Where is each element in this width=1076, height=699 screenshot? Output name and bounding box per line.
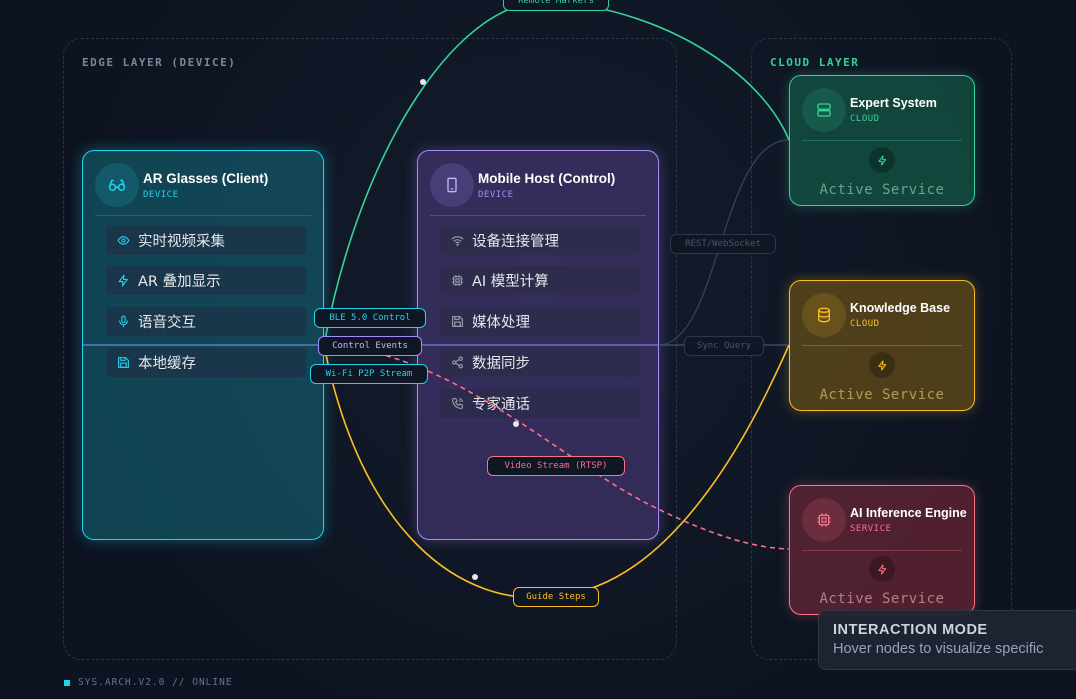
service-status: Active Service: [819, 387, 945, 403]
save-icon: [116, 356, 130, 370]
glasses-icon: [95, 163, 139, 207]
cloud-layer-title: CLOUD LAYER: [770, 56, 860, 69]
feature-label: 本地缓存: [138, 356, 196, 372]
ar-glasses-subtitle: DEVICE: [143, 189, 179, 200]
interaction-mode-tooltip: INTERACTION MODE Hover nodes to visualiz…: [818, 610, 1076, 670]
mic-icon: [116, 315, 130, 329]
service-status: Active Service: [819, 182, 945, 198]
ai-inference-node[interactable]: AI Inference Engine SERVICE Active Servi…: [789, 485, 975, 615]
wifi-icon: [450, 234, 464, 248]
tag-rest-websocket: REST/WebSocket: [670, 234, 776, 254]
eye-icon: [116, 234, 130, 248]
feature-expert-call[interactable]: 专家通话: [440, 389, 640, 418]
tag-guide-steps: Guide Steps: [513, 587, 599, 607]
ai-inference-subtitle: SERVICE: [850, 524, 892, 534]
feature-label: 语音交互: [138, 315, 196, 331]
tag-video-stream: Video Stream (RTSP): [487, 456, 625, 476]
smartphone-icon: [430, 163, 474, 207]
zap-icon: [869, 556, 895, 582]
tag-control-events: Control Events: [318, 336, 422, 356]
status-text: SYS.ARCH.V2.0 // ONLINE: [78, 677, 233, 688]
feature-device-connection[interactable]: 设备连接管理: [440, 226, 640, 255]
zap-icon: [869, 147, 895, 173]
knowledge-base-title: Knowledge Base: [850, 301, 951, 315]
status-indicator: [64, 679, 70, 686]
tooltip-text: Hover nodes to visualize specific: [833, 641, 1044, 657]
feature-voice[interactable]: 语音交互: [106, 307, 306, 336]
ai-inference-title: AI Inference Engine: [850, 506, 967, 520]
tag-remote-markers: Remote Markers: [503, 0, 609, 11]
feature-ar-overlay[interactable]: AR 叠加显示: [106, 266, 306, 295]
zap-icon: [869, 352, 895, 378]
mobile-host-subtitle: DEVICE: [478, 189, 514, 200]
knowledge-base-node[interactable]: Knowledge Base CLOUD Active Service: [789, 280, 975, 411]
ar-glasses-title: AR Glasses (Client): [143, 170, 269, 186]
mobile-host-node[interactable]: Mobile Host (Control) DEVICE 设备连接管理 AI 模…: [417, 150, 659, 540]
knowledge-base-subtitle: CLOUD: [850, 319, 880, 329]
chip-icon: [802, 498, 846, 542]
tag-ble-control: BLE 5.0 Control: [314, 308, 426, 328]
tooltip-title: INTERACTION MODE: [833, 622, 988, 638]
database-icon: [802, 293, 846, 337]
zap-icon: [116, 274, 130, 288]
ar-glasses-node[interactable]: AR Glasses (Client) DEVICE 实时视频采集 AR 叠加显…: [82, 150, 324, 540]
feature-label: 实时视频采集: [138, 234, 225, 250]
tag-sync-query: Sync Query: [684, 336, 764, 356]
service-status: Active Service: [819, 591, 945, 607]
mobile-host-title: Mobile Host (Control): [478, 170, 616, 186]
feature-label: AR 叠加显示: [138, 274, 221, 290]
feature-local-cache[interactable]: 本地缓存: [106, 348, 306, 377]
server-icon: [802, 88, 846, 132]
expert-system-title: Expert System: [850, 96, 937, 110]
feature-label: AI 模型计算: [472, 274, 549, 290]
save-icon: [450, 315, 464, 329]
feature-label: 设备连接管理: [472, 234, 559, 250]
feature-label: 数据同步: [472, 356, 530, 372]
expert-system-node[interactable]: Expert System CLOUD Active Service: [789, 75, 975, 206]
feature-ai-model[interactable]: AI 模型计算: [440, 266, 640, 295]
system-status: SYS.ARCH.V2.0 // ONLINE: [64, 677, 233, 688]
feature-data-sync[interactable]: 数据同步: [440, 348, 640, 377]
feature-label: 专家通话: [472, 397, 530, 413]
feature-media-processing[interactable]: 媒体处理: [440, 307, 640, 336]
phone-call-icon: [450, 397, 464, 411]
share-icon: [450, 356, 464, 370]
feature-video-capture[interactable]: 实时视频采集: [106, 226, 306, 255]
edge-layer-title: EDGE LAYER (DEVICE): [82, 56, 237, 69]
cpu-icon: [450, 274, 464, 288]
expert-system-subtitle: CLOUD: [850, 114, 880, 124]
feature-label: 媒体处理: [472, 315, 530, 331]
tag-wifi-p2p: Wi-Fi P2P Stream: [310, 364, 428, 384]
